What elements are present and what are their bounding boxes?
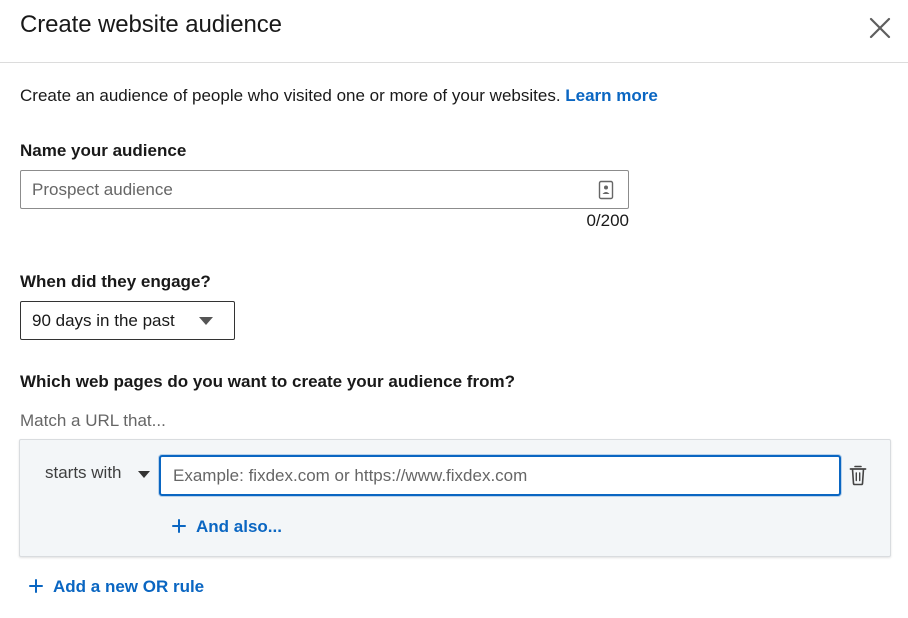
intro-description: Create an audience of people who visited… [20,86,566,105]
delete-rule-button[interactable] [848,464,868,486]
plus-icon [172,519,186,533]
match-operator-dropdown[interactable]: starts with [45,463,150,487]
caret-down-icon [138,471,150,478]
dialog-header: Create website audience [0,0,908,63]
caret-down-icon [199,317,213,325]
engagement-period-value: 90 days in the past [32,311,175,330]
web-pages-label: Which web pages do you want to create yo… [20,372,515,391]
add-or-rule-button[interactable]: Add a new OR rule [29,577,204,597]
contact-card-icon [598,180,614,200]
audience-name-input[interactable] [20,170,629,209]
intro-text: Create an audience of people who visited… [20,86,658,106]
engagement-label: When did they engage? [20,272,211,291]
dialog-title: Create website audience [20,11,282,38]
name-audience-label: Name your audience [20,141,187,160]
add-or-rule-label: Add a new OR rule [53,577,205,596]
engagement-period-dropdown[interactable]: 90 days in the past [20,301,235,340]
url-input[interactable] [159,455,841,496]
close-icon [869,17,891,39]
and-also-label: And also... [196,517,282,536]
learn-more-link[interactable]: Learn more [565,86,658,105]
close-button[interactable] [864,12,896,44]
plus-icon [29,579,43,593]
match-operator-value: starts with [45,463,122,482]
match-url-caption: Match a URL that... [20,411,166,430]
trash-icon [849,465,867,486]
character-counter: 0/200 [586,211,629,230]
and-also-button[interactable]: And also... [172,517,282,537]
